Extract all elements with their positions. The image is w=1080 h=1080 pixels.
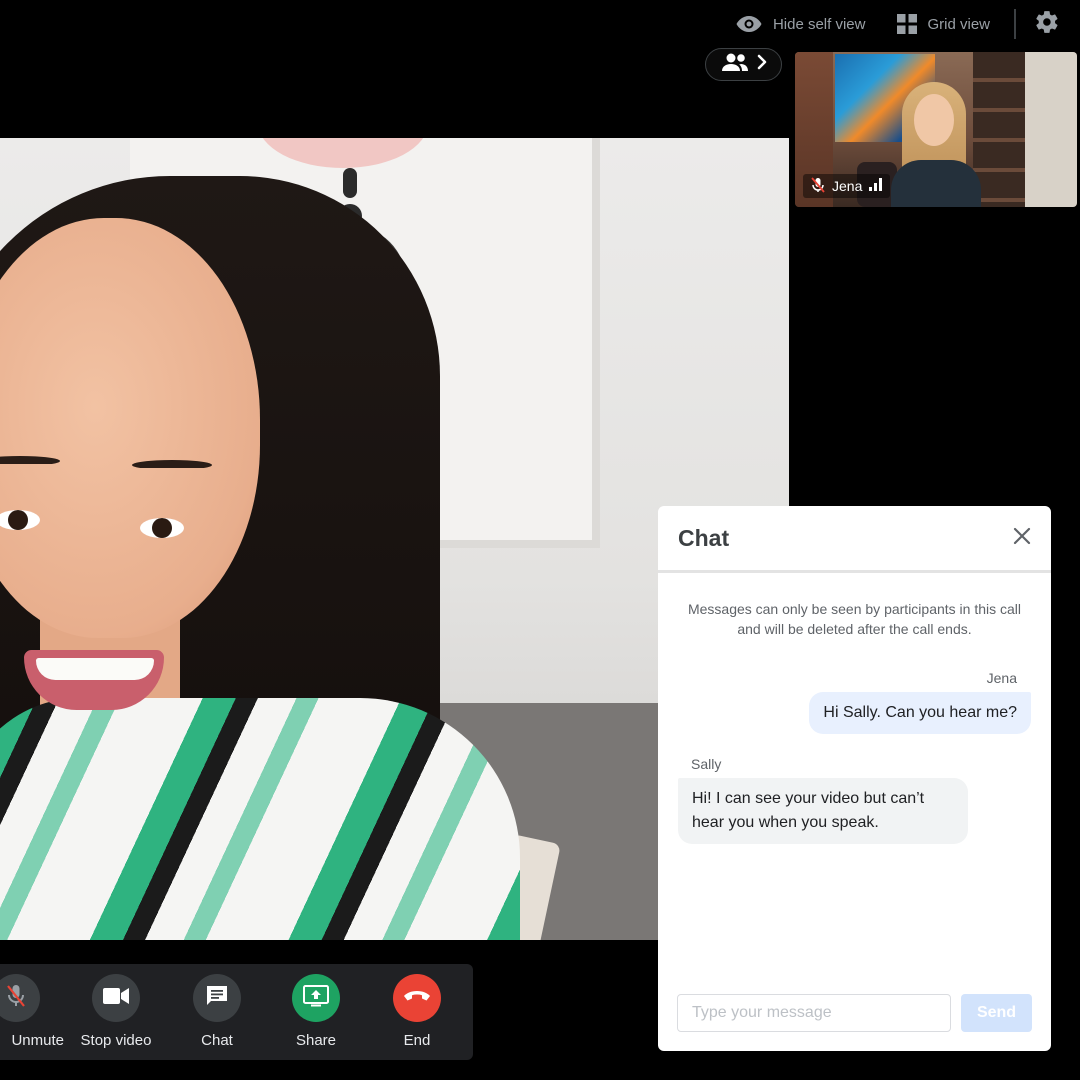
message-sender: Sally (691, 756, 722, 772)
participant-face (914, 94, 954, 146)
unmute-circle (0, 974, 40, 1022)
hide-self-view-label: Hide self view (772, 15, 866, 33)
self-view-name: Jena (832, 178, 863, 194)
hide-self-view-button[interactable]: Hide self view (735, 14, 866, 34)
wall-art-lamp (343, 168, 357, 198)
chat-panel: Chat Messages can only be seen by partic… (658, 506, 1051, 1051)
chat-message-incoming: Sally Hi! I can see your video but can’t… (678, 756, 968, 844)
mic-off-icon (6, 984, 26, 1013)
people-icon (721, 52, 749, 77)
close-chat-button[interactable] (1013, 527, 1031, 550)
settings-button[interactable] (1034, 9, 1060, 40)
chat-label: Chat (201, 1032, 233, 1049)
top-toolbar: Hide self view Grid view (703, 8, 1060, 40)
send-button[interactable]: Send (961, 994, 1032, 1032)
message-bubble: Hi Sally. Can you hear me? (809, 692, 1031, 734)
eye-icon (735, 14, 763, 34)
phone-hangup-icon (403, 989, 431, 1008)
chat-button[interactable]: Chat (169, 974, 265, 1049)
toolbar-divider (1014, 9, 1016, 39)
grid-view-button[interactable]: Grid view (897, 14, 990, 34)
unmute-label: Unmute (11, 1032, 64, 1049)
stop-video-circle (92, 974, 140, 1022)
mic-off-icon (811, 176, 825, 196)
screen-share-icon (303, 984, 329, 1012)
speaker-right-eye (140, 518, 184, 538)
speaker-teeth (36, 658, 154, 680)
chat-privacy-notice: Messages can only be seen by participant… (687, 601, 1022, 637)
participants-button[interactable] (705, 48, 782, 81)
message-bubble: Hi! I can see your video but can’t hear … (678, 778, 968, 844)
chat-circle (193, 974, 241, 1022)
video-camera-icon (103, 987, 129, 1010)
chat-message-outgoing: Jena Hi Sally. Can you hear me? (809, 670, 1031, 734)
speaker-right-brow (132, 460, 212, 470)
end-call-circle (393, 974, 441, 1022)
close-icon (1013, 527, 1031, 550)
participant-body (891, 160, 981, 207)
unmute-button[interactable]: Unmute (0, 974, 64, 1049)
message-sender: Jena (986, 670, 1017, 686)
share-circle (292, 974, 340, 1022)
share-button[interactable]: Share (268, 974, 364, 1049)
grid-icon (897, 14, 918, 34)
gear-icon (1034, 9, 1060, 40)
message-input[interactable] (677, 994, 951, 1032)
signal-bars-icon (869, 178, 883, 194)
grid-view-label: Grid view (927, 15, 990, 33)
self-view-name-tag: Jena (803, 174, 891, 198)
bookshelf (973, 52, 1027, 207)
stop-video-label: Stop video (80, 1032, 152, 1049)
chat-header: Chat (658, 506, 1051, 573)
share-label: Share (295, 1032, 337, 1049)
wall-bg (1025, 52, 1077, 207)
end-call-button[interactable]: End (369, 974, 465, 1049)
chevron-right-icon (757, 54, 767, 75)
stop-video-button[interactable]: Stop video (68, 974, 164, 1049)
speaker-face (0, 218, 260, 638)
self-view-video[interactable]: Jena (795, 52, 1077, 207)
chat-title: Chat (678, 524, 730, 551)
end-call-label: End (403, 1032, 431, 1049)
chat-bubble-icon (206, 985, 228, 1012)
speaker-shirt (0, 698, 520, 940)
call-controls-bar: Unmute Stop video Chat Share End (0, 964, 473, 1060)
